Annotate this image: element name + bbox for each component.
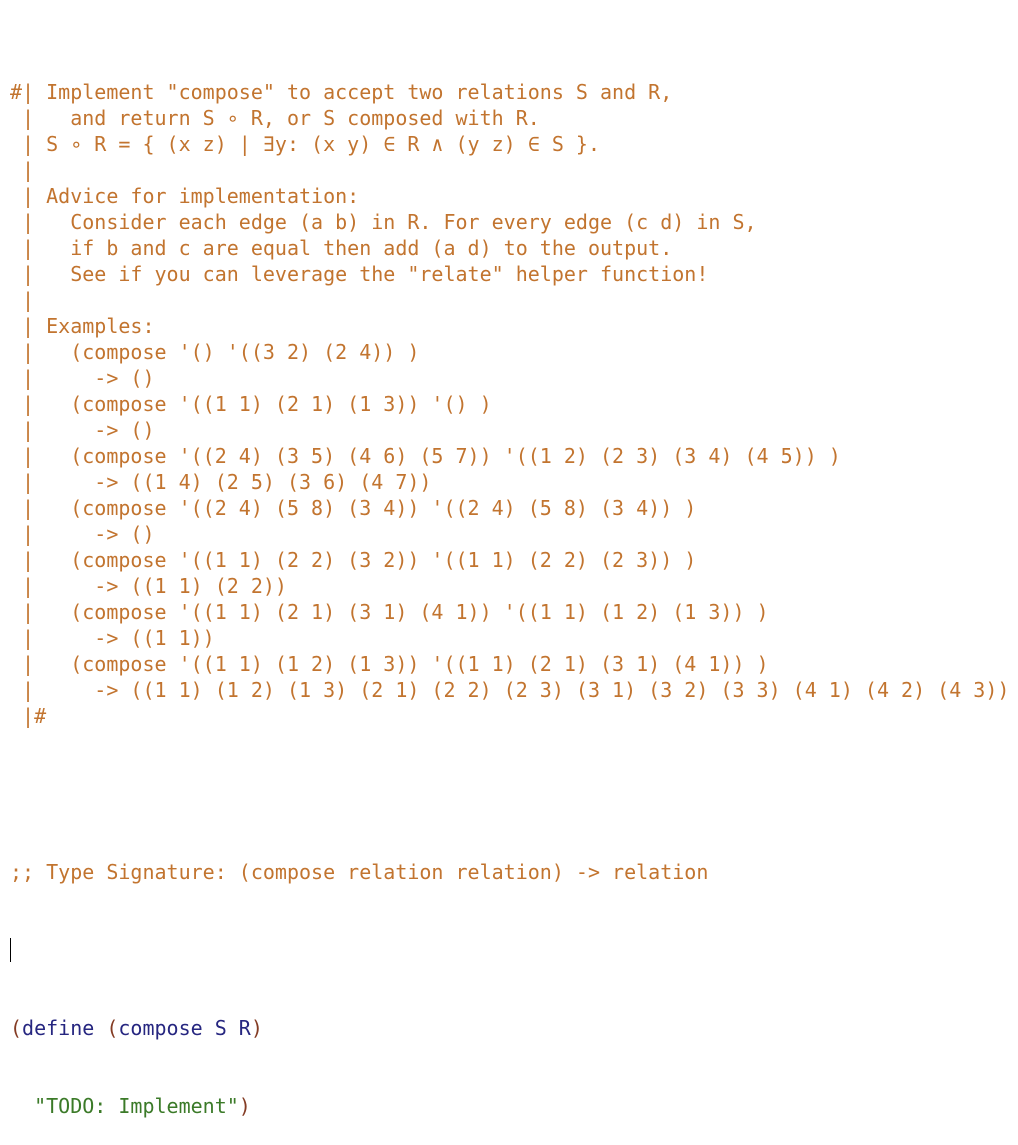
comment-line: | -> ((1 1)) <box>10 626 215 650</box>
comment-line: | <box>10 158 35 182</box>
code-editor[interactable]: #| Implement "compose" to accept two rel… <box>10 27 1009 1145</box>
define-open-paren: ( <box>10 1016 23 1040</box>
comment-line: | Advice for implementation: <box>10 184 360 208</box>
comment-line: | (compose '((1 1) (2 2) (3 2)) '((1 1) … <box>10 548 697 572</box>
comment-line: | -> () <box>10 418 155 442</box>
define-close-paren: ) <box>238 1094 251 1118</box>
block-comment: #| Implement "compose" to accept two rel… <box>10 79 1009 729</box>
define-keyword: define <box>22 1016 95 1040</box>
comment-line: | -> ((1 4) (2 5) (3 6) (4 7)) <box>10 470 432 494</box>
comment-line: | (compose '((1 1) (2 1) (3 1) (4 1)) '(… <box>10 600 769 624</box>
comment-line: | (compose '((2 4) (5 8) (3 4)) '((2 4) … <box>10 496 697 520</box>
text-cursor <box>10 938 11 962</box>
todo-string: "TODO: Implement" <box>34 1094 239 1118</box>
comment-line: | See if you can leverage the "relate" h… <box>10 262 709 286</box>
comment-line: | -> ((1 1) (2 2)) <box>10 574 287 598</box>
comment-line: | Consider each edge (a b) in R. For eve… <box>10 210 757 234</box>
comment-line: | if b and c are equal then add (a d) to… <box>10 236 673 260</box>
cursor-line[interactable] <box>10 937 1009 963</box>
comment-line: | <box>10 288 35 312</box>
comment-line: | -> ((1 1) (1 2) (1 3) (2 1) (2 2) (2 3… <box>10 678 1010 702</box>
comment-line: | (compose '((2 4) (3 5) (4 6) (5 7)) '(… <box>10 444 841 468</box>
comment-line: | and return S ∘ R, or S composed with R… <box>10 106 540 130</box>
comment-line: | S ∘ R = { (x z) | ∃y: (x y) ∈ R ∧ (y z… <box>10 132 601 156</box>
type-signature-comment: ;; Type Signature: (compose relation rel… <box>10 860 709 884</box>
comment-line: #| Implement "compose" to accept two rel… <box>10 80 673 104</box>
comment-line: | (compose '() '((3 2) (2 4)) ) <box>10 340 420 364</box>
comment-line: |# <box>10 704 47 728</box>
signature-close-paren: ) <box>250 1016 263 1040</box>
function-signature: compose S R <box>118 1016 251 1040</box>
define-line: (define (compose S R) <box>10 1015 1009 1041</box>
comment-line: | -> () <box>10 366 155 390</box>
comment-line: | (compose '((1 1) (1 2) (1 3)) '((1 1) … <box>10 652 769 676</box>
body-line: "TODO: Implement") <box>10 1093 1009 1119</box>
comment-line: | Examples: <box>10 314 155 338</box>
comment-line: | (compose '((1 1) (2 1) (1 3)) '() ) <box>10 392 492 416</box>
signature-open-paren: ( <box>106 1016 119 1040</box>
comment-line: | -> () <box>10 522 155 546</box>
